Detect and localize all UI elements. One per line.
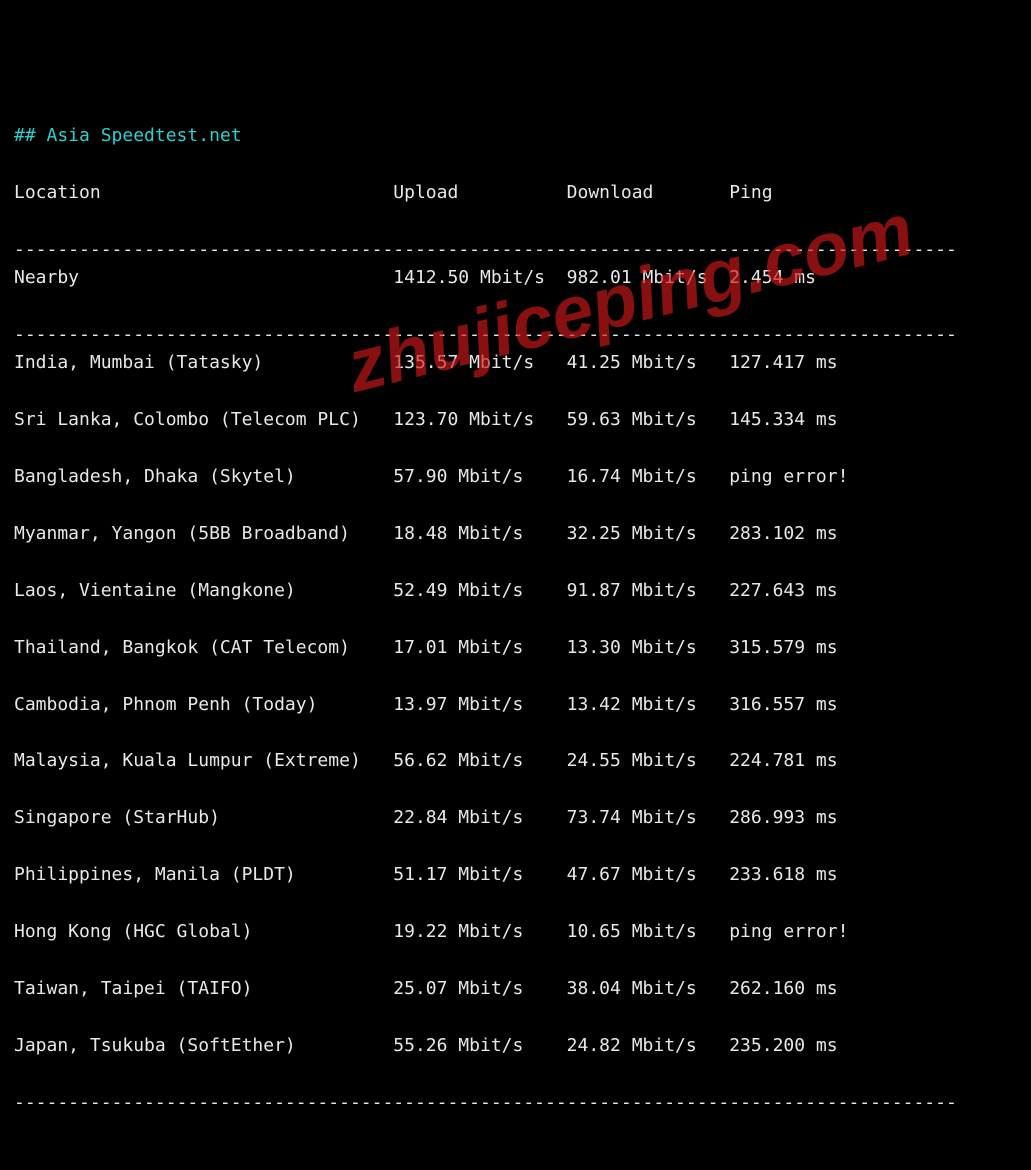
cell-download: 13.30 Mbit/s [567,634,730,662]
cell-upload: 56.62 Mbit/s [393,747,566,775]
table-row: Japan, Tsukuba (SoftEther)55.26 Mbit/s24… [14,1032,1017,1060]
cell-download: 91.87 Mbit/s [567,577,730,605]
cell-location: Philippines, Manila (PLDT) [14,861,393,889]
cell-download: 10.65 Mbit/s [567,918,730,946]
cell-upload: 51.17 Mbit/s [393,861,566,889]
table-row: Sri Lanka, Colombo (Telecom PLC)123.70 M… [14,406,1017,434]
cell-download: 38.04 Mbit/s [567,975,730,1003]
nearby-location: Nearby [14,264,393,292]
cell-location: Singapore (StarHub) [14,804,393,832]
cell-ping: 316.557 ms [729,691,837,719]
nearby-upload: 1412.50 Mbit/s [393,264,566,292]
cell-ping: ping error! [729,918,848,946]
cell-upload: 18.48 Mbit/s [393,520,566,548]
cell-download: 41.25 Mbit/s [567,349,730,377]
image-watermark: zhujiceping.com [334,172,925,426]
cell-upload: 22.84 Mbit/s [393,804,566,832]
cell-ping: 145.334 ms [729,406,837,434]
cell-upload: 17.01 Mbit/s [393,634,566,662]
cell-ping: 127.417 ms [729,349,837,377]
table-row: Cambodia, Phnom Penh (Today)13.97 Mbit/s… [14,691,1017,719]
cell-location: Hong Kong (HGC Global) [14,918,393,946]
table-row: Thailand, Bangkok (CAT Telecom)17.01 Mbi… [14,634,1017,662]
cell-location: Laos, Vientaine (Mangkone) [14,577,393,605]
cell-ping: 315.579 ms [729,634,837,662]
cell-upload: 52.49 Mbit/s [393,577,566,605]
table-row: Philippines, Manila (PLDT)51.17 Mbit/s47… [14,861,1017,889]
cell-ping: 286.993 ms [729,804,837,832]
cell-download: 24.55 Mbit/s [567,747,730,775]
cell-location: Thailand, Bangkok (CAT Telecom) [14,634,393,662]
col-header-upload: Upload [393,179,566,207]
table-row: Myanmar, Yangon (5BB Broadband)18.48 Mbi… [14,520,1017,548]
cell-upload: 135.57 Mbit/s [393,349,566,377]
cell-location: India, Mumbai (Tatasky) [14,349,393,377]
nearby-row: Nearby1412.50 Mbit/s982.01 Mbit/s2.454 m… [14,264,1017,292]
table-row: Singapore (StarHub)22.84 Mbit/s73.74 Mbi… [14,804,1017,832]
section-title: ## Asia Speedtest.net [14,125,242,146]
cell-download: 24.82 Mbit/s [567,1032,730,1060]
col-header-location: Location [14,179,393,207]
table-row: Laos, Vientaine (Mangkone)52.49 Mbit/s91… [14,577,1017,605]
cell-download: 13.42 Mbit/s [567,691,730,719]
cell-ping: ping error! [729,463,848,491]
nearby-download: 982.01 Mbit/s [567,264,730,292]
cell-ping: 235.200 ms [729,1032,837,1060]
table-row: Bangladesh, Dhaka (Skytel)57.90 Mbit/s16… [14,463,1017,491]
cell-location: Sri Lanka, Colombo (Telecom PLC) [14,406,393,434]
cell-upload: 25.07 Mbit/s [393,975,566,1003]
divider-line: ----------------------------------------… [14,1092,957,1113]
header-row: LocationUploadDownloadPing [14,179,1017,207]
col-header-download: Download [567,179,730,207]
table-row: India, Mumbai (Tatasky)135.57 Mbit/s41.2… [14,349,1017,377]
cell-ping: 233.618 ms [729,861,837,889]
cell-upload: 57.90 Mbit/s [393,463,566,491]
cell-download: 32.25 Mbit/s [567,520,730,548]
cell-location: Myanmar, Yangon (5BB Broadband) [14,520,393,548]
nearby-ping: 2.454 ms [729,264,816,292]
cell-ping: 224.781 ms [729,747,837,775]
cell-upload: 55.26 Mbit/s [393,1032,566,1060]
divider-line: ----------------------------------------… [14,324,957,345]
divider-line: ----------------------------------------… [14,239,957,260]
cell-download: 59.63 Mbit/s [567,406,730,434]
cell-location: Cambodia, Phnom Penh (Today) [14,691,393,719]
cell-upload: 19.22 Mbit/s [393,918,566,946]
cell-location: Malaysia, Kuala Lumpur (Extreme) [14,747,393,775]
cell-ping: 262.160 ms [729,975,837,1003]
col-header-ping: Ping [729,179,772,207]
cell-location: Japan, Tsukuba (SoftEther) [14,1032,393,1060]
cell-upload: 123.70 Mbit/s [393,406,566,434]
table-row: Malaysia, Kuala Lumpur (Extreme)56.62 Mb… [14,747,1017,775]
cell-download: 16.74 Mbit/s [567,463,730,491]
cell-download: 73.74 Mbit/s [567,804,730,832]
cell-ping: 227.643 ms [729,577,837,605]
cell-download: 47.67 Mbit/s [567,861,730,889]
cell-ping: 283.102 ms [729,520,837,548]
cell-location: Taiwan, Taipei (TAIFO) [14,975,393,1003]
table-row: Taiwan, Taipei (TAIFO)25.07 Mbit/s38.04 … [14,975,1017,1003]
cell-location: Bangladesh, Dhaka (Skytel) [14,463,393,491]
table-row: Hong Kong (HGC Global)19.22 Mbit/s10.65 … [14,918,1017,946]
cell-upload: 13.97 Mbit/s [393,691,566,719]
